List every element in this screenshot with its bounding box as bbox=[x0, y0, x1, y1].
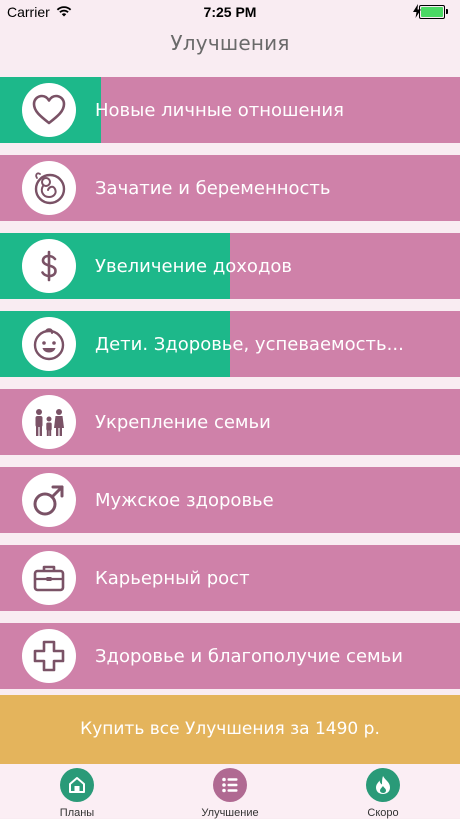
heart-icon bbox=[32, 94, 66, 125]
list-item-family-health[interactable]: Здоровье и благополучие семьи bbox=[0, 623, 460, 689]
list-item-mens-health[interactable]: Мужское здоровье bbox=[0, 467, 460, 533]
tab-bar: Планы Улучшение Скоро bbox=[0, 764, 460, 819]
briefcase-icon bbox=[33, 565, 65, 592]
male-symbol-icon bbox=[33, 485, 64, 516]
list-item-new-relationships[interactable]: Новые личные отношения bbox=[0, 77, 460, 143]
flame-icon bbox=[376, 776, 390, 794]
buy-all-button[interactable]: Купить все Улучшения за 1490 р. bbox=[0, 695, 460, 764]
improvements-list: Новые личные отношения Зачатие и беремен… bbox=[0, 77, 460, 701]
list-item-label: Увеличение доходов bbox=[95, 256, 293, 277]
list-item-label: Укрепление семьи bbox=[95, 412, 271, 433]
tab-label: Скоро bbox=[367, 807, 399, 819]
medical-cross-icon bbox=[33, 640, 65, 672]
list-item-label: Здоровье и благополучие семьи bbox=[95, 646, 403, 667]
list-item-label: Мужское здоровье bbox=[95, 490, 274, 511]
family-icon bbox=[35, 409, 64, 436]
tab-icon-circle bbox=[60, 768, 94, 802]
page-title: Улучшения bbox=[170, 31, 290, 55]
tab-icon-circle bbox=[213, 768, 247, 802]
list-item-conception[interactable]: Зачатие и беременность bbox=[0, 155, 460, 221]
battery-icon bbox=[419, 5, 448, 19]
list-item-family-strengthening[interactable]: Укрепление семьи bbox=[0, 389, 460, 455]
list-item-label: Карьерный рост bbox=[95, 568, 250, 589]
list-icon bbox=[222, 777, 238, 793]
status-bar: Carrier 7:25 PM bbox=[0, 0, 460, 24]
list-item-career[interactable]: Карьерный рост bbox=[0, 545, 460, 611]
dollar-icon bbox=[41, 250, 57, 282]
tab-label: Улучшение bbox=[201, 807, 259, 819]
home-icon bbox=[69, 777, 85, 793]
list-item-income[interactable]: Увеличение доходов bbox=[0, 233, 460, 299]
list-item-children[interactable]: Дети. Здоровье, успеваемость... bbox=[0, 311, 460, 377]
tab-label: Планы bbox=[59, 807, 95, 819]
clock-label: 7:25 PM bbox=[203, 4, 257, 20]
list-item-label: Дети. Здоровье, успеваемость... bbox=[95, 334, 404, 355]
child-face-icon bbox=[33, 328, 65, 361]
tab-plans[interactable]: Планы bbox=[17, 768, 137, 819]
tab-soon[interactable]: Скоро bbox=[323, 768, 443, 819]
tab-improvements[interactable]: Улучшение bbox=[170, 768, 290, 819]
tab-icon-circle bbox=[366, 768, 400, 802]
list-item-label: Зачатие и беременность bbox=[95, 178, 331, 199]
embryo-icon bbox=[34, 172, 66, 205]
list-item-label: Новые личные отношения bbox=[95, 100, 344, 121]
